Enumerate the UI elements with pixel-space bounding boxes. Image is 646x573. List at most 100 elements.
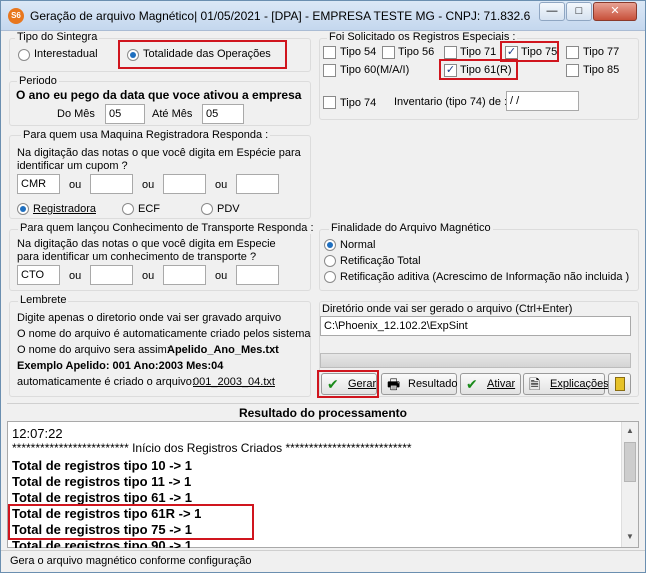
tipo56-label: Tipo 56 [398, 46, 435, 58]
exit-door-icon [615, 377, 625, 391]
do-mes-label: Do Mês [57, 108, 95, 120]
lembrete-line-3-prefix: O nome do arquivo sera assim: [17, 344, 170, 356]
checkbox-tipo56[interactable] [382, 46, 395, 59]
result-line-header: ************************* Início dos Reg… [12, 441, 412, 455]
radio-ecf[interactable] [122, 203, 134, 215]
especie-cupom-input-3[interactable] [163, 174, 206, 194]
especie-transporte-input-3[interactable] [163, 265, 206, 285]
normal-label: Normal [340, 239, 376, 251]
lembrete-line-2: O nome do arquivo é automaticamente cria… [17, 328, 311, 340]
tipo74-label: Tipo 74 [340, 97, 377, 109]
especie-transporte-input-2[interactable] [90, 265, 133, 285]
result-line-tipo61: Total de registros tipo 61 -> 1 [12, 490, 192, 505]
highlight-tipo61r [439, 59, 518, 80]
checkmark-icon: ✔ [466, 376, 478, 392]
finalidade-label: Finalidade do Arquivo Magnético [329, 222, 493, 234]
ativar-button-label: Ativar [487, 378, 516, 390]
ou-label: ou [142, 270, 155, 282]
tipo85-label: Tipo 85 [583, 64, 620, 76]
exit-button[interactable] [608, 373, 631, 395]
result-scrollbar[interactable]: ▲ ▼ [621, 422, 638, 547]
interestadual-label: Interestadual [34, 48, 98, 60]
especie-cupom-input-1[interactable]: CMR [17, 174, 60, 194]
lembrete-file-example: 001_2003_04.txt [193, 376, 275, 388]
highlight-totalidade [118, 40, 287, 69]
highlight-result-lines [8, 504, 254, 540]
radio-pdv[interactable] [201, 203, 213, 215]
ate-mes-label: Até Mês [152, 108, 193, 120]
status-bar: Gera o arquivo magnético conforme config… [1, 550, 645, 572]
pdv-option-label: PDV [217, 203, 240, 215]
app-icon: S6 [8, 8, 24, 24]
printer-icon: 🖶 [387, 376, 401, 392]
periodo-question: O ano eu pego da data que voce ativou a … [16, 88, 302, 102]
maximize-button[interactable]: □ [566, 2, 592, 21]
inventario-date-input[interactable]: / / [506, 91, 579, 111]
tipo-sintegra-label: Tipo do Sintegra [15, 31, 100, 43]
ate-mes-input[interactable]: 05 [202, 104, 244, 124]
checkbox-tipo60[interactable] [323, 64, 336, 77]
registradora-label: Para quem usa Maquina Registradora Respo… [21, 129, 271, 141]
progress-bar [320, 353, 631, 368]
ou-label: ou [215, 270, 228, 282]
window-title: Geração de arquivo Magnético| 01/05/2021… [30, 9, 530, 23]
radio-registradora[interactable] [17, 203, 29, 215]
explicacoes-button-label: Explicações [550, 378, 609, 390]
document-icon: 🗎 [529, 376, 541, 392]
explicacoes-button[interactable]: 🗎 Explicações [523, 373, 609, 395]
retificacao-total-label: Retificação Total [340, 255, 421, 267]
ou-label: ou [69, 179, 82, 191]
radio-normal[interactable] [324, 239, 336, 251]
lembrete-line-3-example: Apelido_Ano_Mes.txt [167, 344, 279, 356]
checkbox-tipo54[interactable] [323, 46, 336, 59]
especie-cupom-input-4[interactable] [236, 174, 279, 194]
registradora-question-2: identificar um cupom ? [17, 160, 128, 172]
periodo-label: Periodo [17, 75, 59, 87]
registradora-option-label: Registradora [33, 203, 96, 215]
scroll-thumb[interactable] [624, 442, 636, 482]
checkbox-tipo85[interactable] [566, 64, 579, 77]
do-mes-input[interactable]: 05 [105, 104, 145, 124]
lembrete-label: Lembrete [18, 294, 69, 306]
close-button[interactable]: ✕ [593, 2, 637, 21]
tipo71-label: Tipo 71 [460, 46, 497, 58]
ecf-option-label: ECF [138, 203, 160, 215]
title-bar[interactable]: S6 Geração de arquivo Magnético| 01/05/2… [1, 1, 645, 31]
scroll-up-icon[interactable]: ▲ [623, 424, 637, 438]
especie-transporte-input-4[interactable] [236, 265, 279, 285]
transporte-question-1: Na digitação das notas o que você digita… [17, 238, 276, 250]
checkbox-tipo71[interactable] [444, 46, 457, 59]
ou-label: ou [69, 270, 82, 282]
resultado-button[interactable]: 🖶 Resultado [381, 373, 458, 395]
minimize-button[interactable]: — [539, 2, 565, 21]
tipo54-label: Tipo 54 [340, 46, 377, 58]
checkbox-tipo77[interactable] [566, 46, 579, 59]
transporte-question-2: para identificar um conhecimento de tran… [17, 251, 257, 263]
lembrete-line-4: Exemplo Apelido: 001 Ano:2003 Mes:04 [17, 360, 224, 372]
highlight-gerar [317, 370, 379, 398]
result-line-tipo10: Total de registros tipo 10 -> 1 [12, 458, 192, 473]
checkbox-tipo74[interactable] [323, 96, 336, 109]
radio-retificacao-total[interactable] [324, 255, 336, 267]
radio-retificacao-aditiva[interactable] [324, 271, 336, 283]
retificacao-aditiva-label: Retificação aditiva (Acrescimo de Inform… [340, 271, 630, 283]
radio-interestadual[interactable] [18, 49, 30, 61]
tipo60-label: Tipo 60(M/A/I) [340, 64, 410, 76]
diretorio-input[interactable]: C:\Phoenix_12.102.2\ExpSint [320, 316, 631, 336]
lembrete-line-5-prefix: automaticamente é criado o arquivo: [17, 376, 195, 388]
transporte-label: Para quem lançou Conhecimento de Transpo… [18, 222, 316, 234]
especie-cupom-input-2[interactable] [90, 174, 133, 194]
especie-transporte-input-1[interactable]: CTO [17, 265, 60, 285]
result-line-tipo11: Total de registros tipo 11 -> 1 [12, 474, 192, 489]
resultado-header: Resultado do processamento [7, 403, 639, 421]
inventario-label: Inventario (tipo 74) de : [394, 96, 508, 108]
scroll-down-icon[interactable]: ▼ [623, 530, 637, 544]
lembrete-line-1: Digite apenas o diretorio onde vai ser g… [17, 312, 282, 324]
resultado-button-label: Resultado [408, 378, 458, 390]
ativar-button[interactable]: ✔ Ativar [460, 373, 521, 395]
diretorio-label: Diretório onde vai ser gerado o arquivo … [320, 303, 575, 315]
ou-label: ou [142, 179, 155, 191]
result-line-time: 12:07:22 [12, 426, 63, 441]
sintegra-window: S6 Geração de arquivo Magnético| 01/05/2… [0, 0, 646, 573]
ou-label: ou [215, 179, 228, 191]
